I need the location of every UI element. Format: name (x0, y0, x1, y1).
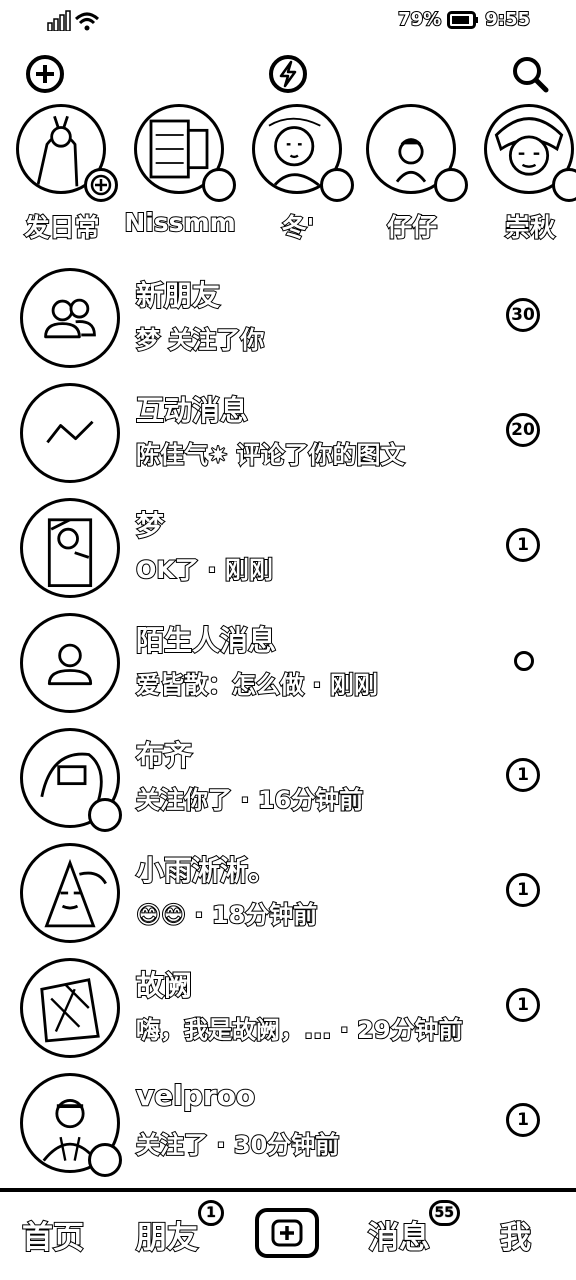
list-item-guque[interactable]: 故阙 嗨，我是故阙，... · 29分钟前 1 (0, 952, 576, 1067)
conversation-title: 梦 (135, 508, 165, 543)
plus-icon (271, 1219, 303, 1247)
avatar (20, 843, 120, 943)
conversation-preview: 关注了 · 30分钟前 (135, 1130, 340, 1160)
unread-badge: 1 (506, 988, 540, 1022)
tab-label: 首页 (21, 1219, 85, 1257)
unread-badge: 30 (506, 298, 540, 332)
conversation-preview: 梦 关注了你 (135, 325, 265, 355)
tab-friends[interactable]: 朋友 1 (135, 1200, 224, 1257)
conversation-preview: 😊😊 · 18分钟前 (135, 900, 318, 930)
conversation-preview: 陈佳气✷ 评论了你的图文 (135, 440, 405, 470)
lightning-icon[interactable] (268, 54, 308, 94)
list-item-meng[interactable]: 梦 OK了 · 刚刚 1 (0, 492, 576, 607)
unread-dot (514, 651, 534, 671)
stranger-icon (20, 613, 120, 713)
tab-label: 消息 (367, 1219, 431, 1257)
conversation-title: 布齐 (135, 738, 193, 773)
conversation-title: 陌生人消息 (135, 623, 277, 658)
story-name: Nissmm (123, 207, 236, 238)
list-item-xiaoyu[interactable]: 小雨淅淅。 😊😊 · 18分钟前 1 (0, 837, 576, 952)
list-item-buqi[interactable]: 布齐 关注你了 · 16分钟前 1 (0, 722, 576, 837)
unread-badge: 1 (506, 758, 540, 792)
bottom-nav: 首页 朋友 1 消息 55 我 (0, 1188, 576, 1280)
status-bar: 79% 9:55 (0, 0, 576, 40)
conversation-preview: 嗨，我是故阙，... · 29分钟前 (135, 1015, 464, 1045)
story-name: 仔仔 (386, 212, 438, 243)
unread-badge: 1 (506, 528, 540, 562)
story-name: 崇秋 (504, 212, 556, 243)
interaction-icon (20, 383, 120, 483)
publish-button[interactable] (255, 1208, 319, 1258)
conversation-title: velproo (135, 1078, 256, 1113)
friends-icon (20, 268, 120, 368)
conversation-preview: 爱皆散：怎么做 · 刚刚 (135, 670, 379, 700)
story-chongqiu[interactable]: 崇秋 (480, 104, 576, 244)
conversation-title: 互动消息 (135, 393, 249, 428)
tab-messages[interactable]: 消息 55 (367, 1200, 460, 1257)
avatar (20, 958, 120, 1058)
story-name: 冬' (281, 212, 316, 243)
tab-home[interactable]: 首页 (21, 1212, 85, 1257)
unread-badge: 1 (506, 1103, 540, 1137)
conversation-title: 小雨淅淅。 (135, 853, 277, 888)
search-icon[interactable] (510, 54, 550, 94)
online-status-dot (88, 1143, 122, 1177)
story-status-dot (434, 168, 468, 202)
story-status-dot (552, 168, 576, 202)
unread-badge: 1 (506, 873, 540, 907)
tab-label: 我 (499, 1219, 532, 1257)
battery-icon (447, 11, 479, 29)
message-list: 新朋友 梦 关注了你 30 互动消息 陈佳气✷ 评论了你的图文 20 梦 OK了… (0, 262, 576, 1182)
tab-label: 朋友 (135, 1219, 199, 1257)
clock: 9:55 (484, 8, 531, 31)
plus-circle-icon[interactable] (25, 54, 65, 94)
story-dong[interactable]: 冬' (248, 104, 354, 244)
tab-me[interactable]: 我 (499, 1212, 532, 1257)
list-item-strangers[interactable]: 陌生人消息 爱皆散：怎么做 · 刚刚 (0, 607, 576, 722)
conversation-preview: OK了 · 刚刚 (135, 555, 274, 585)
story-status-dot (202, 168, 236, 202)
add-story-icon[interactable] (84, 168, 118, 202)
story-zaizai[interactable]: 仔仔 (362, 104, 468, 244)
list-item-new-friends[interactable]: 新朋友 梦 关注了你 30 (0, 262, 576, 377)
story-post-daily[interactable]: 发日常 (12, 104, 118, 244)
story-status-dot (320, 168, 354, 202)
signal-wifi-icon (47, 10, 100, 31)
friends-count-badge: 1 (198, 1200, 224, 1226)
conversation-title: 新朋友 (135, 278, 221, 313)
messages-count-badge: 55 (428, 1200, 460, 1226)
conversation-preview: 关注你了 · 16分钟前 (135, 785, 364, 815)
unread-badge: 20 (506, 413, 540, 447)
story-nissmm[interactable]: Nissmm (123, 104, 237, 244)
conversation-title: 故阙 (135, 968, 193, 1003)
avatar (20, 498, 120, 598)
list-item-velproo[interactable]: velproo 关注了 · 30分钟前 1 (0, 1067, 576, 1182)
battery-percentage: 79% (397, 8, 442, 31)
story-name: 发日常 (23, 212, 100, 243)
online-status-dot (88, 798, 122, 832)
list-item-interactions[interactable]: 互动消息 陈佳气✷ 评论了你的图文 20 (0, 377, 576, 492)
